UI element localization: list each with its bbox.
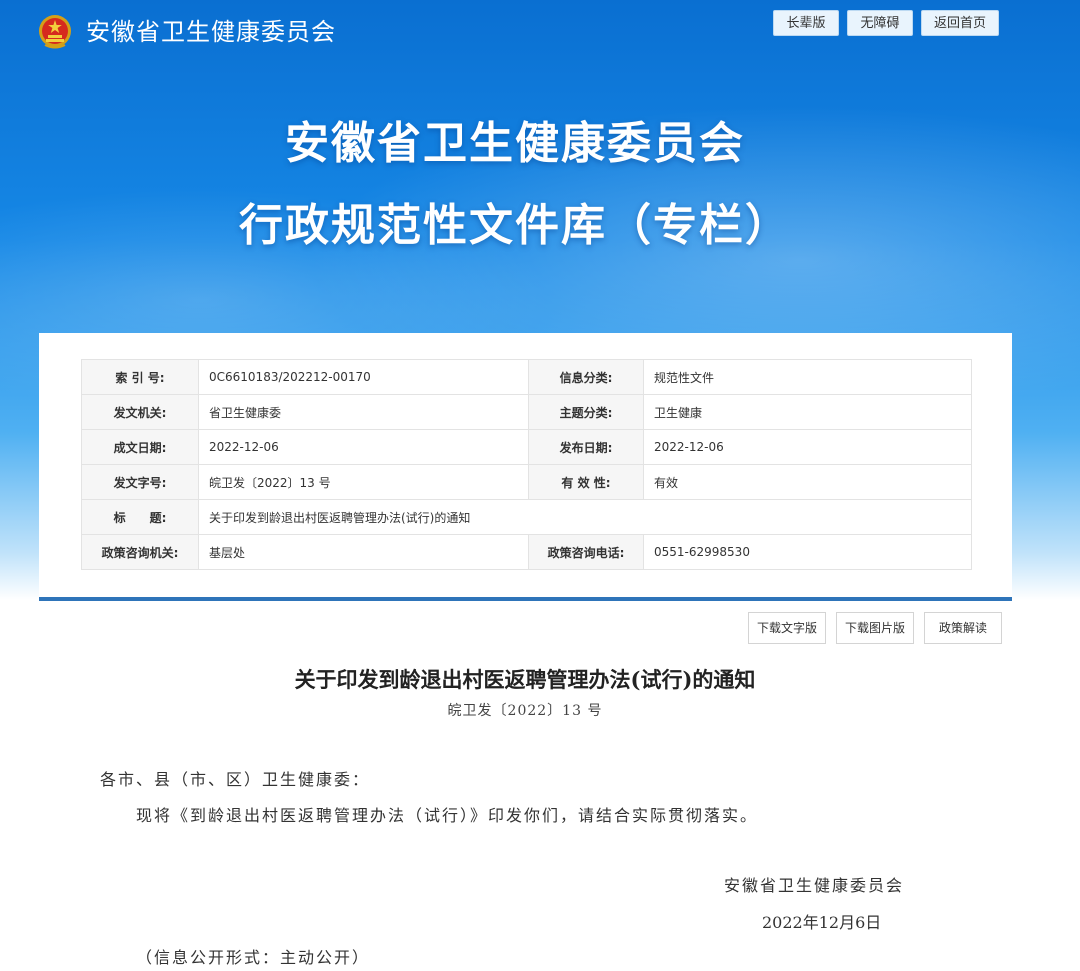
index-value: 0C6610183/202212-00170 xyxy=(198,359,529,395)
category-label: 信息分类: xyxy=(528,359,644,395)
table-row: 政策咨询机关: 基层处 政策咨询电话: 0551-62998530 xyxy=(81,534,972,570)
created-date-label: 成文日期: xyxy=(81,429,199,465)
issuer-value: 省卫生健康委 xyxy=(198,394,529,430)
consult-org-value: 基层处 xyxy=(198,534,529,570)
table-row: 索 引 号: 0C6610183/202212-00170 信息分类: 规范性文… xyxy=(81,359,972,395)
download-text-button[interactable]: 下载文字版 xyxy=(748,612,826,644)
document-salutation: 各市、县（市、区）卫生健康委： xyxy=(100,770,371,789)
table-row: 发文机关: 省卫生健康委 主题分类: 卫生健康 xyxy=(81,394,972,430)
home-button[interactable]: 返回首页 xyxy=(921,10,999,36)
title-label: 标 题: xyxy=(81,499,199,535)
policy-interpretation-button[interactable]: 政策解读 xyxy=(924,612,1002,644)
document-number: 皖卫发〔2022〕13 号 xyxy=(447,703,603,719)
consult-phone-label: 政策咨询电话: xyxy=(528,534,644,570)
consult-org-label: 政策咨询机关: xyxy=(81,534,199,570)
title-value: 关于印发到龄退出村医返聘管理办法(试行)的通知 xyxy=(198,499,972,535)
site-name[interactable]: 安徽省卫生健康委员会 xyxy=(86,16,336,48)
created-date-value: 2022-12-06 xyxy=(198,429,529,465)
document-signature: 安徽省卫生健康委员会 xyxy=(724,876,905,895)
category-value: 规范性文件 xyxy=(643,359,972,395)
section-divider xyxy=(39,597,1012,601)
download-image-button[interactable]: 下载图片版 xyxy=(836,612,914,644)
elder-version-button[interactable]: 长辈版 xyxy=(773,10,839,36)
table-row: 成文日期: 2022-12-06 发布日期: 2022-12-06 xyxy=(81,429,972,465)
published-date-value: 2022-12-06 xyxy=(643,429,972,465)
issuer-label: 发文机关: xyxy=(81,394,199,430)
table-row: 标 题: 关于印发到龄退出村医返聘管理办法(试行)的通知 xyxy=(81,499,972,535)
topic-label: 主题分类: xyxy=(528,394,644,430)
validity-value: 有效 xyxy=(643,464,972,500)
accessibility-button[interactable]: 无障碍 xyxy=(847,10,913,36)
metadata-table: 索 引 号: 0C6610183/202212-00170 信息分类: 规范性文… xyxy=(81,359,972,570)
consult-phone-value: 0551-62998530 xyxy=(643,534,972,570)
document-body: 现将《到龄退出村医返聘管理办法（试行）》印发你们，请结合实际贯彻落实。 xyxy=(136,806,759,825)
index-label: 索 引 号: xyxy=(81,359,199,395)
doc-number-value: 皖卫发〔2022〕13 号 xyxy=(198,464,529,500)
hero-title-line1: 安徽省卫生健康委员会 xyxy=(285,118,745,169)
doc-number-label: 发文字号: xyxy=(81,464,199,500)
topic-value: 卫生健康 xyxy=(643,394,972,430)
document-title: 关于印发到龄退出村医返聘管理办法(试行)的通知 xyxy=(294,667,756,692)
published-date-label: 发布日期: xyxy=(528,429,644,465)
document-date: 2022年12月6日 xyxy=(762,913,882,932)
national-emblem-icon xyxy=(39,15,71,49)
disclosure-form: （信息公开形式：主动公开） xyxy=(136,948,371,967)
table-row: 发文字号: 皖卫发〔2022〕13 号 有 效 性: 有效 xyxy=(81,464,972,500)
validity-label: 有 效 性: xyxy=(528,464,644,500)
hero-title-line2: 行政规范性文件库（专栏） xyxy=(239,200,791,251)
